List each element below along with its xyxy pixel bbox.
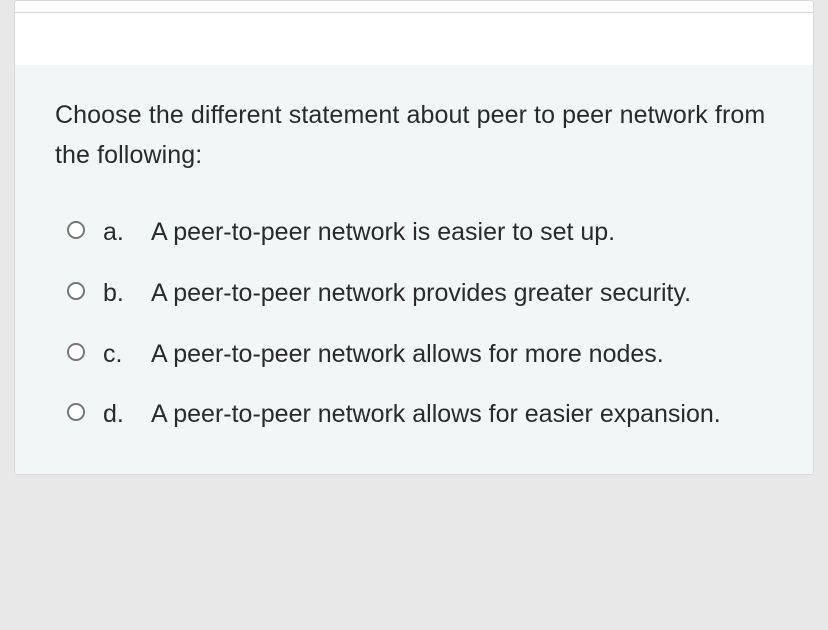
question-card: Choose the different statement about pee… <box>14 0 814 475</box>
option-d[interactable]: d. A peer-to-peer network allows for eas… <box>55 395 773 434</box>
option-letter: c. <box>103 335 133 374</box>
radio-icon[interactable] <box>67 343 85 361</box>
card-top-bar <box>15 1 813 13</box>
option-c[interactable]: c. A peer-to-peer network allows for mor… <box>55 335 773 374</box>
option-text: A peer-to-peer network provides greater … <box>151 274 691 313</box>
question-prompt: Choose the different statement about pee… <box>55 95 773 175</box>
option-text: A peer-to-peer network allows for more n… <box>151 335 664 374</box>
card-header-spacer <box>15 13 813 65</box>
question-section: Choose the different statement about pee… <box>15 65 813 474</box>
option-letter: b. <box>103 274 133 313</box>
option-letter: d. <box>103 395 133 434</box>
radio-icon[interactable] <box>67 403 85 421</box>
options-list: a. A peer-to-peer network is easier to s… <box>55 213 773 434</box>
radio-icon[interactable] <box>67 282 85 300</box>
option-text: A peer-to-peer network allows for easier… <box>151 395 721 434</box>
option-b[interactable]: b. A peer-to-peer network provides great… <box>55 274 773 313</box>
radio-icon[interactable] <box>67 221 85 239</box>
option-a[interactable]: a. A peer-to-peer network is easier to s… <box>55 213 773 252</box>
option-text: A peer-to-peer network is easier to set … <box>151 213 615 252</box>
option-letter: a. <box>103 213 133 252</box>
